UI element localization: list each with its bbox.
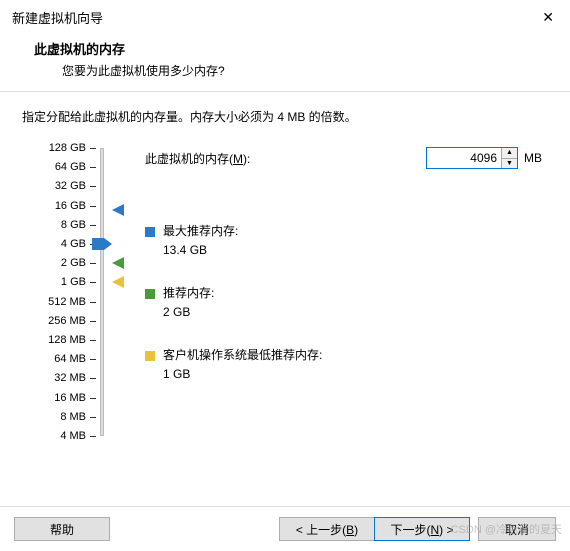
slider-track[interactable] bbox=[100, 148, 104, 436]
page-subtitle: 您要为此虚拟机使用多少内存? bbox=[34, 58, 570, 79]
tick-label: 32 MB bbox=[26, 372, 86, 384]
legend-max: 最大推荐内存: 13.4 GB bbox=[145, 222, 238, 257]
max-marker-icon bbox=[112, 204, 124, 216]
memory-slider[interactable]: 128 GB64 GB32 GB16 GB8 GB4 GB2 GB1 GB512… bbox=[20, 148, 140, 458]
tick-label: 256 MB bbox=[26, 315, 86, 327]
tick-label: 8 MB bbox=[26, 411, 86, 423]
close-icon[interactable]: ✕ bbox=[538, 9, 558, 26]
tick-label: 32 GB bbox=[26, 180, 86, 192]
tick-label: 4 GB bbox=[26, 238, 86, 250]
memory-input[interactable] bbox=[427, 148, 501, 168]
legend-min: 客户机操作系统最低推荐内存: 1 GB bbox=[145, 346, 322, 381]
help-button[interactable]: 帮助 bbox=[14, 517, 110, 541]
next-button[interactable]: 下一步(N) > bbox=[374, 517, 470, 541]
tick-label: 16 GB bbox=[26, 200, 86, 212]
square-blue-icon bbox=[145, 227, 155, 237]
legend-rec: 推荐内存: 2 GB bbox=[145, 284, 214, 319]
tick-label: 64 MB bbox=[26, 353, 86, 365]
memory-unit: MB bbox=[524, 151, 542, 165]
min-marker-icon bbox=[112, 276, 124, 288]
tick-label: 128 MB bbox=[26, 334, 86, 346]
window-title: 新建虚拟机向导 bbox=[12, 8, 103, 27]
square-yellow-icon bbox=[145, 351, 155, 361]
spin-up-icon[interactable]: ▲ bbox=[502, 148, 517, 159]
cancel-button[interactable]: 取消 bbox=[478, 517, 556, 541]
tick-label: 4 MB bbox=[26, 430, 86, 442]
tick-label: 64 GB bbox=[26, 161, 86, 173]
memory-spinbox[interactable]: ▲ ▼ bbox=[426, 147, 518, 169]
rec-marker-icon bbox=[112, 257, 124, 269]
slider-thumb[interactable] bbox=[92, 238, 112, 250]
tick-label: 16 MB bbox=[26, 392, 86, 404]
tick-label: 1 GB bbox=[26, 276, 86, 288]
back-button[interactable]: < 上一步(B) bbox=[279, 517, 375, 541]
tick-label: 8 GB bbox=[26, 219, 86, 231]
instruction-text: 指定分配给此虚拟机的内存量。内存大小必须为 4 MB 的倍数。 bbox=[22, 108, 548, 125]
tick-label: 512 MB bbox=[26, 296, 86, 308]
page-title: 此虚拟机的内存 bbox=[34, 39, 570, 58]
memory-label: 此虚拟机的内存(M): bbox=[145, 150, 250, 167]
tick-label: 2 GB bbox=[26, 257, 86, 269]
spin-down-icon[interactable]: ▼ bbox=[502, 159, 517, 169]
tick-label: 128 GB bbox=[26, 142, 86, 154]
square-green-icon bbox=[145, 289, 155, 299]
